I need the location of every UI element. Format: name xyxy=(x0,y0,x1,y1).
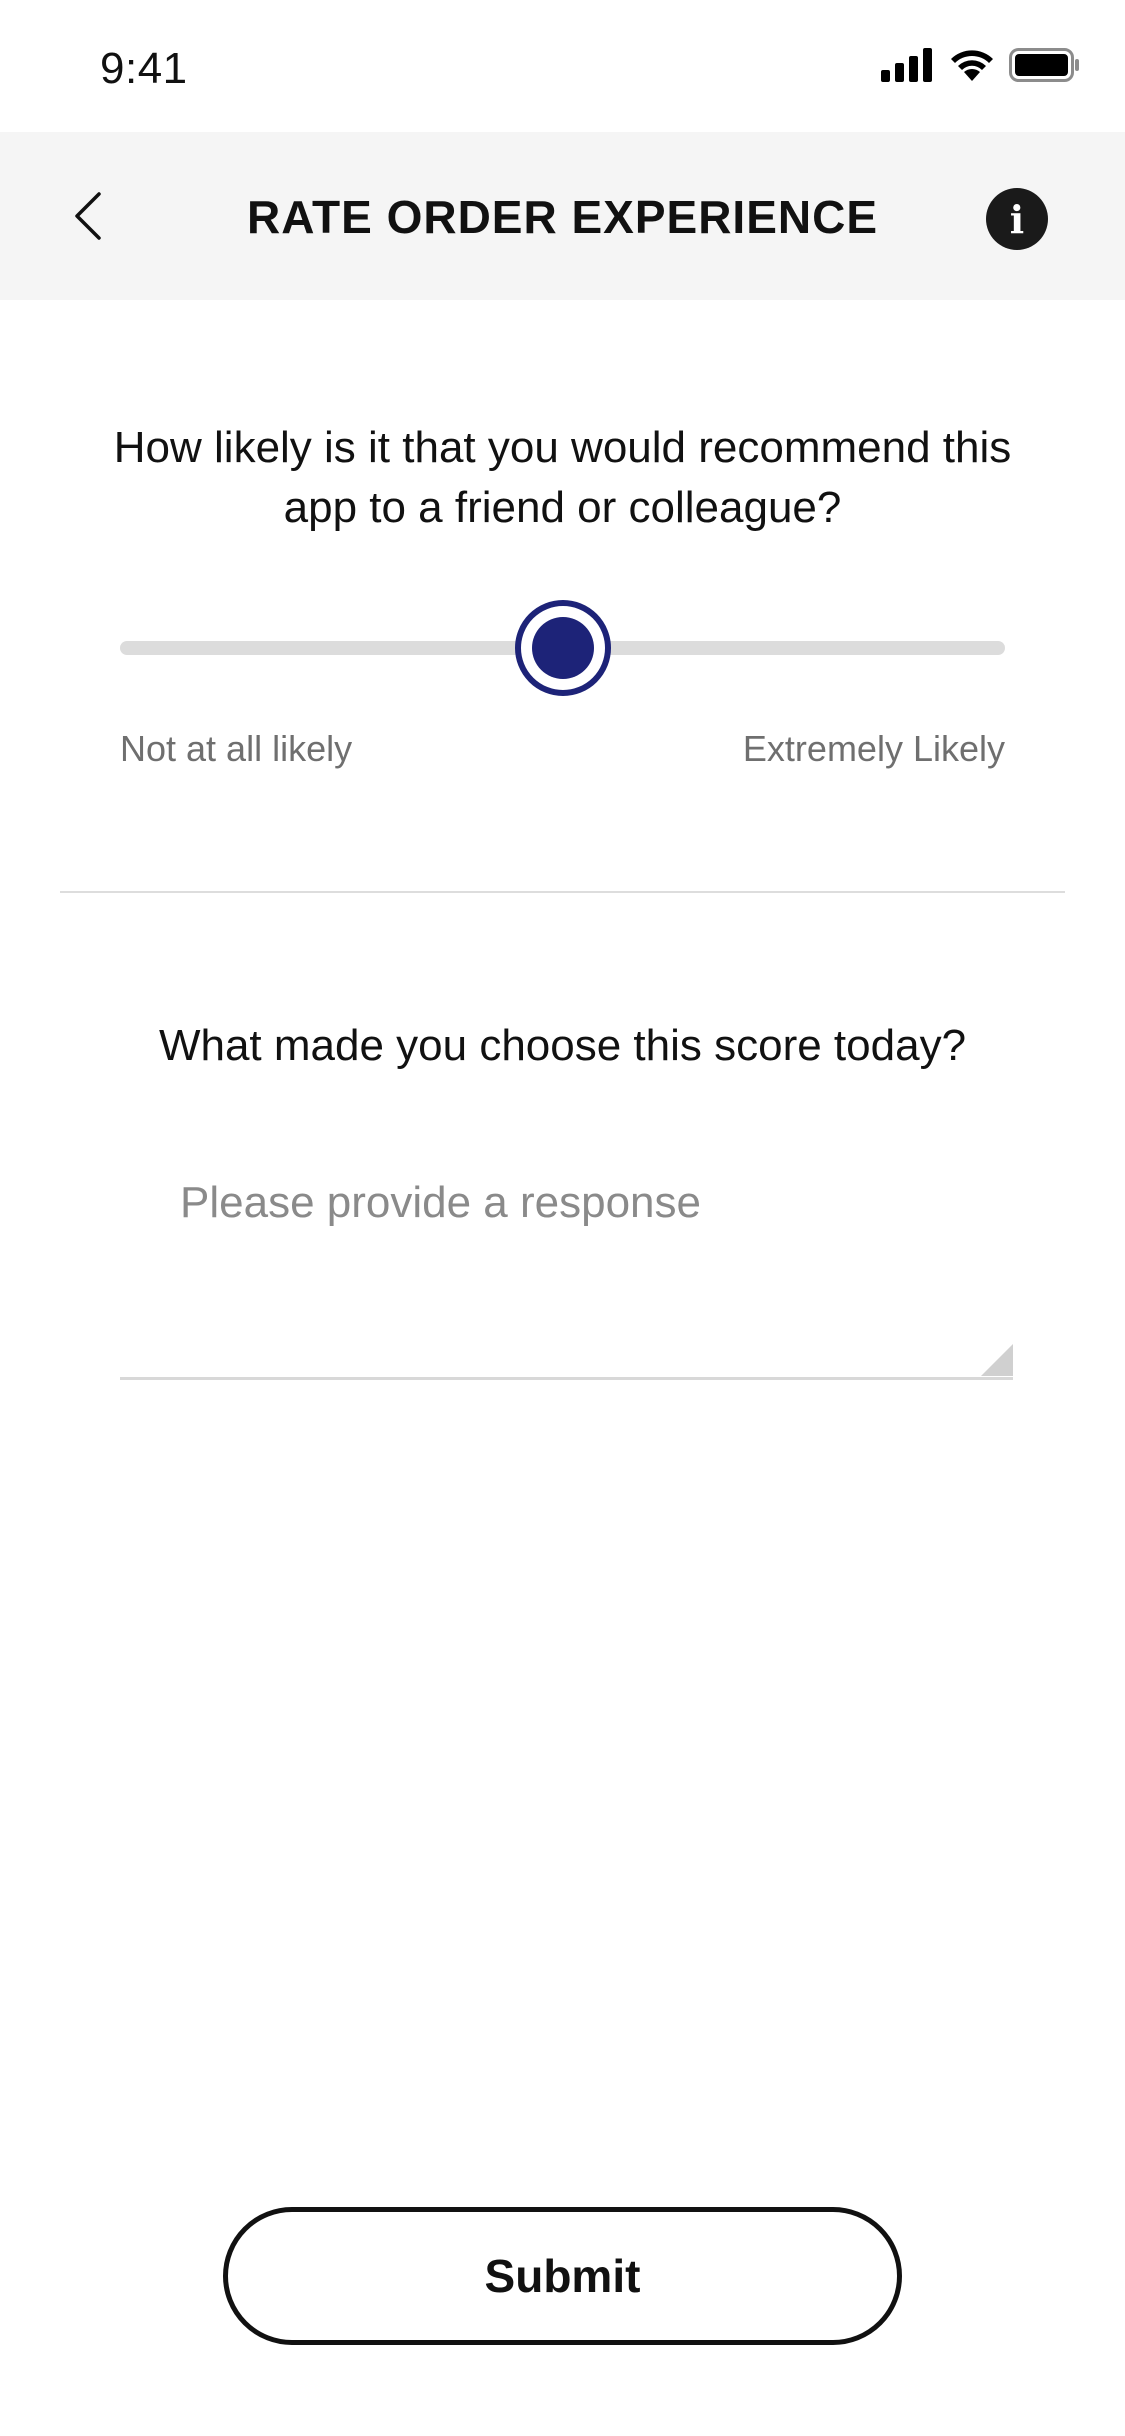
section-divider xyxy=(60,891,1065,893)
signal-icon xyxy=(881,48,932,82)
wifi-icon xyxy=(951,50,993,81)
submit-button[interactable]: Submit xyxy=(223,2207,902,2345)
resize-handle-icon[interactable] xyxy=(981,1344,1013,1376)
info-button[interactable]: i xyxy=(986,188,1048,250)
nav-header: RATE ORDER EXPERIENCE i xyxy=(0,132,1125,300)
recommend-question: How likely is it that you would recommen… xyxy=(113,423,1012,532)
response-textarea[interactable] xyxy=(120,1160,1013,1380)
status-icons xyxy=(881,48,1081,82)
slider-thumb[interactable] xyxy=(514,600,611,696)
slider-max-label: Extremely Likely xyxy=(742,728,1005,769)
battery-icon xyxy=(1009,48,1079,82)
status-time: 9:41 xyxy=(100,44,188,93)
slider-thumb-center xyxy=(531,617,594,679)
recommend-slider[interactable] xyxy=(120,600,1005,696)
page-title: RATE ORDER EXPERIENCE xyxy=(246,191,879,243)
status-bar: 9:41 xyxy=(0,0,1125,132)
slider-min-label: Not at all likely xyxy=(120,728,353,769)
info-icon: i xyxy=(1009,196,1025,242)
reason-question: What made you choose this score today? xyxy=(158,1021,967,1070)
